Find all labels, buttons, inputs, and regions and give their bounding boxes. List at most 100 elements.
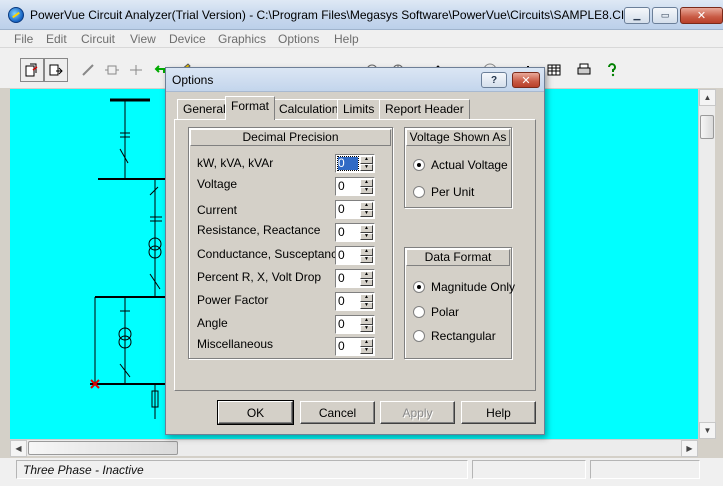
ok-button[interactable]: OK bbox=[217, 400, 294, 425]
scroll-left-arrow-icon[interactable]: ◀ bbox=[10, 440, 27, 457]
radio-magnitude-only[interactable]: Magnitude Only bbox=[413, 280, 515, 294]
spin-down-icon[interactable]: ▼ bbox=[360, 324, 373, 332]
label-resistance-reactance: Resistance, Reactance bbox=[197, 223, 321, 237]
dialog-close-button[interactable]: ✕ bbox=[512, 72, 540, 88]
menu-help[interactable]: Help bbox=[334, 32, 359, 46]
window-title: PowerVue Circuit Analyzer(Trial Version)… bbox=[30, 8, 633, 22]
label-conductance-susceptance: Conductance, Susceptance bbox=[197, 247, 344, 261]
vertical-scroll-thumb[interactable] bbox=[700, 115, 714, 139]
status-pane-2 bbox=[472, 460, 586, 479]
menu-circuit[interactable]: Circuit bbox=[81, 32, 115, 46]
spin-down-icon[interactable]: ▼ bbox=[360, 346, 373, 354]
open-circuit-icon[interactable] bbox=[20, 58, 44, 82]
radio-button[interactable] bbox=[413, 186, 425, 198]
spinner-angle[interactable]: 0 ▲ ▼ bbox=[335, 315, 375, 334]
tab-format[interactable]: Format bbox=[225, 96, 276, 120]
menu-edit[interactable]: Edit bbox=[46, 32, 67, 46]
status-mode: Three Phase - Inactive bbox=[16, 460, 468, 479]
spinner-value[interactable]: 0 bbox=[337, 156, 359, 171]
close-button[interactable]: ✕ bbox=[680, 7, 723, 24]
spinner-percent-r-x-volt-drop[interactable]: 0 ▲ ▼ bbox=[335, 269, 375, 288]
print-icon[interactable] bbox=[572, 58, 596, 82]
spinner-value[interactable]: 0 bbox=[338, 318, 358, 331]
spin-up-icon[interactable]: ▲ bbox=[360, 339, 373, 347]
horizontal-scrollbar[interactable]: ◀ ▶ bbox=[10, 439, 698, 457]
spinner-current[interactable]: 0 ▲ ▼ bbox=[335, 200, 375, 219]
spin-down-icon[interactable]: ▼ bbox=[360, 301, 373, 309]
app-icon bbox=[8, 7, 24, 23]
spin-up-icon[interactable]: ▲ bbox=[360, 179, 373, 187]
radio-label: Polar bbox=[431, 305, 460, 319]
spin-up-icon[interactable]: ▲ bbox=[360, 294, 373, 302]
spinner-value[interactable]: 0 bbox=[338, 272, 358, 285]
menu-options[interactable]: Options bbox=[278, 32, 319, 46]
menu-view[interactable]: View bbox=[130, 32, 156, 46]
spinner-miscellaneous[interactable]: 0 ▲ ▼ bbox=[335, 337, 375, 356]
spinner-value[interactable]: 0 bbox=[338, 226, 358, 239]
spinner-value[interactable]: 0 bbox=[338, 203, 358, 216]
vertical-scrollbar[interactable]: ▲ ▼ bbox=[698, 89, 716, 439]
spin-down-icon[interactable]: ▼ bbox=[360, 209, 373, 217]
spinner-value[interactable]: 0 bbox=[338, 249, 358, 262]
radio-button-selected[interactable] bbox=[413, 281, 425, 293]
menu-graphics[interactable]: Graphics bbox=[218, 32, 266, 46]
radio-per-unit[interactable]: Per Unit bbox=[413, 185, 474, 199]
menu-file[interactable]: File bbox=[14, 32, 33, 46]
menu-device[interactable]: Device bbox=[169, 32, 206, 46]
format-tab-panel: Decimal Precision kW, kVA, kVAr 0 ▲ ▼ Vol… bbox=[174, 119, 536, 391]
radio-button[interactable] bbox=[413, 330, 425, 342]
scroll-down-arrow-icon[interactable]: ▼ bbox=[699, 422, 716, 439]
spin-up-icon[interactable]: ▲ bbox=[360, 156, 373, 164]
help-button[interactable]: Help bbox=[461, 401, 536, 424]
spin-down-icon[interactable]: ▼ bbox=[360, 278, 373, 286]
tab-general[interactable]: General bbox=[177, 99, 232, 119]
spinner-voltage[interactable]: 0 ▲ ▼ bbox=[335, 177, 375, 196]
cancel-button[interactable]: Cancel bbox=[300, 401, 375, 424]
spin-down-icon[interactable]: ▼ bbox=[360, 255, 373, 263]
radio-rectangular[interactable]: Rectangular bbox=[413, 329, 496, 343]
spreadsheet-icon[interactable] bbox=[542, 58, 566, 82]
tab-report-header[interactable]: Report Header bbox=[379, 99, 470, 119]
minimize-button[interactable]: ▁ bbox=[624, 7, 650, 24]
data-format-heading: Data Format bbox=[406, 249, 510, 266]
help-icon[interactable] bbox=[600, 58, 624, 82]
decimal-precision-group: Decimal Precision kW, kVA, kVAr 0 ▲ ▼ Vol… bbox=[188, 127, 393, 359]
spin-up-icon[interactable]: ▲ bbox=[360, 202, 373, 210]
scroll-up-arrow-icon[interactable]: ▲ bbox=[699, 89, 716, 106]
radio-label: Rectangular bbox=[431, 329, 496, 343]
radio-button-selected[interactable] bbox=[413, 159, 425, 171]
label-power-factor: Power Factor bbox=[197, 293, 269, 307]
spinner-value[interactable]: 0 bbox=[338, 340, 358, 353]
spin-up-icon[interactable]: ▲ bbox=[360, 225, 373, 233]
spinner-conductance-susceptance[interactable]: 0 ▲ ▼ bbox=[335, 246, 375, 265]
radio-button[interactable] bbox=[413, 306, 425, 318]
dialog-title-bar: Options ? ✕ bbox=[166, 68, 544, 92]
spinner-value[interactable]: 0 bbox=[338, 295, 358, 308]
radio-label: Per Unit bbox=[431, 185, 475, 199]
spinner-kw-kva-kvar[interactable]: 0 ▲ ▼ bbox=[335, 154, 375, 173]
maximize-button[interactable]: ▭ bbox=[652, 7, 678, 24]
scroll-right-arrow-icon[interactable]: ▶ bbox=[681, 440, 698, 457]
tab-calculation[interactable]: Calculation bbox=[273, 99, 345, 119]
spin-up-icon[interactable]: ▲ bbox=[360, 317, 373, 325]
radio-polar[interactable]: Polar bbox=[413, 305, 459, 319]
horizontal-scroll-thumb[interactable] bbox=[28, 441, 178, 455]
spinner-resistance-reactance[interactable]: 0 ▲ ▼ bbox=[335, 223, 375, 242]
component-tool-icon[interactable] bbox=[100, 58, 124, 82]
spinner-value[interactable]: 0 bbox=[338, 180, 358, 193]
wire-tool-icon[interactable] bbox=[76, 58, 100, 82]
spin-up-icon[interactable]: ▲ bbox=[360, 248, 373, 256]
spin-down-icon[interactable]: ▼ bbox=[360, 186, 373, 194]
dialog-help-button[interactable]: ? bbox=[481, 72, 507, 88]
spin-up-icon[interactable]: ▲ bbox=[360, 271, 373, 279]
save-circuit-icon[interactable] bbox=[44, 58, 68, 82]
spinner-power-factor[interactable]: 0 ▲ ▼ bbox=[335, 292, 375, 311]
apply-button: Apply bbox=[380, 401, 455, 424]
radio-actual-voltage[interactable]: Actual Voltage bbox=[413, 158, 508, 172]
tab-limits[interactable]: Limits bbox=[337, 99, 381, 119]
spin-down-icon[interactable]: ▼ bbox=[360, 232, 373, 240]
spin-down-icon[interactable]: ▼ bbox=[360, 163, 373, 171]
connect-tool-icon[interactable] bbox=[124, 58, 148, 82]
label-kw-kva-kvar: kW, kVA, kVAr bbox=[197, 156, 274, 170]
main-title-bar: PowerVue Circuit Analyzer(Trial Version)… bbox=[0, 0, 723, 30]
